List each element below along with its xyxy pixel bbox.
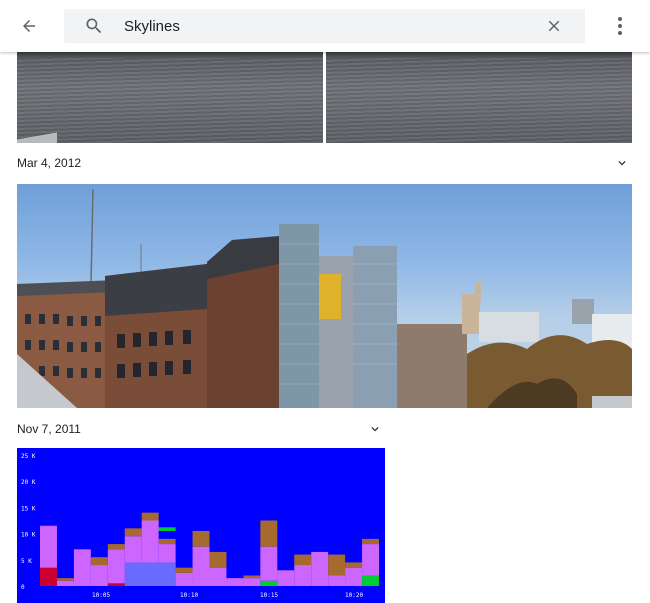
arrow-left-icon [23,20,35,32]
bar-segment [40,525,57,568]
bar-segment [192,546,210,586]
bar-segment [209,551,227,568]
x-tick-label: 10:20 [345,592,363,599]
close-icon[interactable] [545,17,563,35]
bar-segment [294,554,312,566]
bar-segment [260,520,278,547]
bar-chart: 25 K 20 K 15 K 10 K 5 K 0 10:05 10:10 10:15 10:20 [21,453,379,599]
chevron-down-icon[interactable] [368,422,382,436]
date-header: Mar 4, 2012 [17,153,81,173]
photo-thumbnail[interactable] [326,52,632,143]
bar-segment [73,549,91,586]
bar-overlay [158,527,176,531]
x-tick-label: 10:10 [180,592,198,599]
bar-segment [124,528,142,537]
y-tick-label: 0 [21,584,25,591]
search-input[interactable] [124,16,524,36]
bar-segment [107,549,125,584]
date-header: Nov 7, 2011 [17,419,81,439]
bar-segment [294,565,312,586]
x-tick-label: 10:15 [260,592,278,599]
y-tick-label: 20 K [21,479,36,486]
bar-segment [192,530,210,547]
group-date-label: Mar 4, 2012 [17,156,82,170]
bar-segment [311,551,329,586]
more-options-button[interactable] [610,14,630,38]
search-icon[interactable] [84,16,104,36]
bar-segment [328,554,346,576]
bar-segment [226,578,244,586]
bar-segment [345,562,363,568]
search-box [64,9,585,43]
bar-segment [141,512,159,521]
bar-segment [107,544,125,550]
chevron-down-icon[interactable] [615,156,629,170]
photo-thumbnail[interactable] [17,52,323,143]
panorama-image [17,188,632,408]
bar-segment [362,575,379,586]
results-grid: Mar 4, 2012 Nov 7, 2011 25 K 20 K 15 K 1… [0,52,650,603]
x-tick-label: 10:05 [92,592,110,599]
bar-segment [328,575,346,586]
group-date-label: Nov 7, 2011 [17,422,81,436]
bar-segment [90,557,108,566]
y-tick-label: 5 K [21,558,32,565]
bar-segment [362,544,379,576]
bar-segment [277,570,295,586]
bar-segment [158,538,176,545]
bar-segment [56,578,74,581]
bar-segment [90,565,108,586]
bar-segment [175,567,193,573]
y-tick-label: 15 K [21,505,36,512]
photo-thumbnail[interactable]: 25 K 20 K 15 K 10 K 5 K 0 10:05 10:10 10:15 10:20 [17,448,385,603]
y-tick-label: 10 K [21,532,36,539]
bar-segment [243,575,261,579]
bar-segment [243,578,261,586]
y-tick-label: 25 K [21,453,36,460]
bar-overlay [124,562,176,586]
bar-segment [209,567,227,586]
bar-overlay [107,583,125,586]
bar-segment [345,567,363,586]
photo-thumbnail[interactable] [17,184,632,408]
top-app-bar [0,0,650,52]
more-vertical-icon [618,17,622,35]
bar-segment [40,567,57,586]
bar-segment [260,580,278,586]
bar-segment [260,546,278,581]
back-button[interactable] [14,12,44,40]
bar-segment [175,572,193,586]
bar-segment [56,580,74,586]
bar-segment [362,538,379,545]
